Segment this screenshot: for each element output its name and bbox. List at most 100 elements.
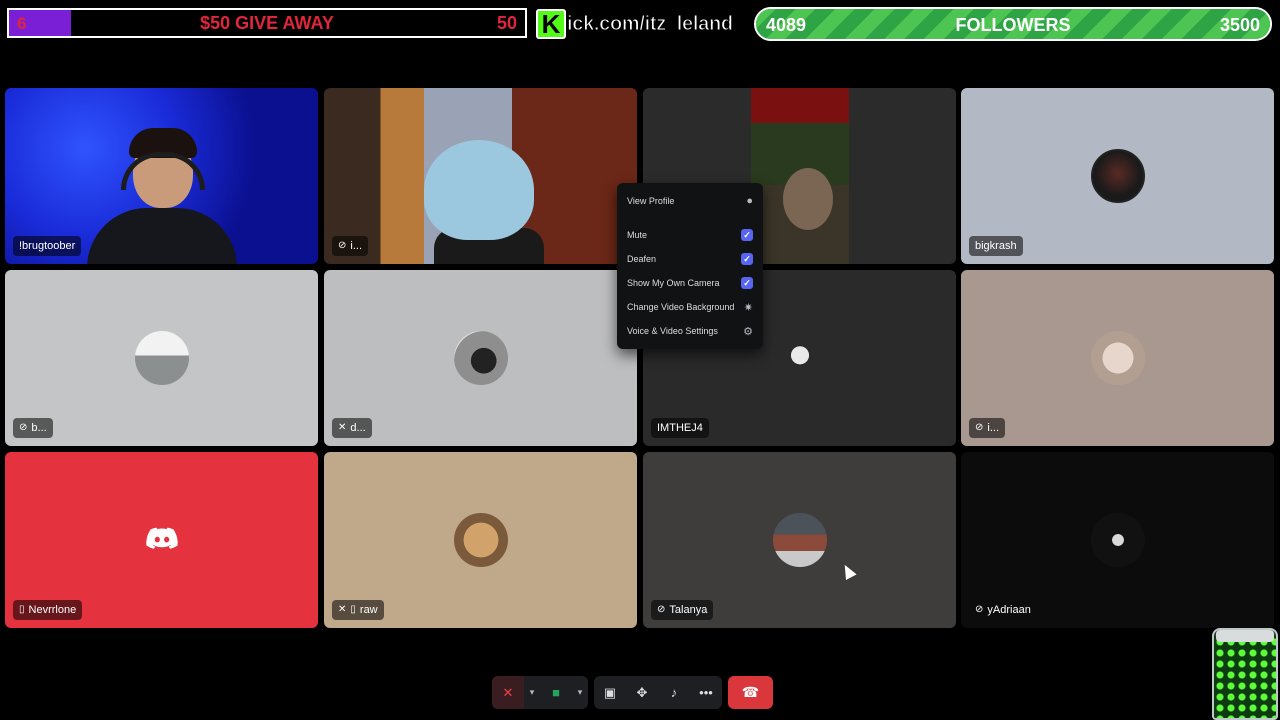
participant-name-tag: ⊘ i... (332, 236, 369, 256)
mic-options-caret[interactable]: ▾ (524, 676, 540, 709)
chevron-down-icon: ▾ (577, 687, 583, 697)
soundboard-icon: ♪ (670, 685, 678, 700)
followers-goal: 3500 (1219, 15, 1260, 35)
checkbox-checked-icon[interactable]: ✓ (741, 253, 753, 265)
participant-name-tag: ⊘ Talanya (651, 600, 714, 620)
mobile-icon: ▯ (350, 604, 356, 615)
discord-logo-icon (146, 527, 178, 549)
gear-icon: ⚙ (743, 325, 753, 338)
menu-item-voice-video-settings[interactable]: Voice & Video Settings ⚙ (625, 319, 755, 343)
participant-tile[interactable]: ✕ d... (324, 270, 637, 446)
camera-person-face (783, 168, 833, 230)
disconnect-button[interactable]: ☎ (728, 676, 773, 709)
activity-group: ▣ ✥ ♪ ••• (594, 676, 722, 709)
mute-mic-button[interactable]: ✕ (492, 676, 524, 709)
avatar (1091, 331, 1145, 385)
kick-logo-icon: K (536, 9, 566, 39)
camera-options-caret[interactable]: ▾ (572, 676, 588, 709)
participant-context-menu: View Profile ● Mute ✓ Deafen ✓ Show My O… (617, 183, 763, 349)
checkbox-checked-icon[interactable]: ✓ (741, 229, 753, 241)
muted-icon: ⊘ (975, 604, 984, 615)
camera-button[interactable]: ■ (540, 676, 572, 709)
avatar (773, 331, 827, 385)
muted-icon: ⊘ (975, 422, 984, 433)
avatar (773, 513, 827, 567)
participant-name-tag: IMTHEJ4 (651, 418, 709, 438)
giveaway-goal: 50 (496, 13, 517, 33)
discord-call-screen: 6 $50 GIVE AWAY 50 K ick.com/itz_leland … (0, 0, 1280, 720)
person-icon: ● (746, 195, 753, 207)
avatar (454, 331, 508, 385)
participant-name: raw (359, 604, 378, 616)
participant-name-tag: !brugtoober (13, 236, 82, 256)
activities-button[interactable]: ✥ (626, 676, 658, 709)
call-controls: ✕ ▾ ■ ▾ ▣ ✥ ♪ ••• ☎ (492, 676, 773, 709)
participant-name-tag: ⊘ b... (13, 418, 53, 438)
screen-share-icon: ▣ (603, 684, 617, 700)
mic-camera-group: ✕ ▾ ■ ▾ (492, 676, 588, 709)
menu-item-label: Mute (627, 230, 648, 240)
muted-mic-icon: ✕ (338, 422, 347, 433)
participant-name: d... (350, 422, 366, 434)
sparkle-icon: ✷ (743, 301, 753, 314)
menu-separator (625, 213, 755, 223)
participant-tile[interactable]: ⊘ b... (5, 270, 318, 446)
participant-tile[interactable]: ✕ ▯ raw (324, 452, 637, 628)
participant-name-tag: ✕ d... (332, 418, 372, 438)
avatar (1091, 149, 1145, 203)
participant-name: bigkrash (975, 240, 1017, 252)
participant-name-tag: ▯ Nevrrlone (13, 600, 83, 620)
more-icon: ••• (699, 685, 713, 700)
participant-name: Talanya (669, 604, 708, 616)
camera-person-body (87, 208, 237, 264)
participant-name: i... (350, 240, 363, 252)
participant-name: b... (31, 422, 47, 434)
more-options-button[interactable]: ••• (690, 676, 722, 709)
participant-name-tag: ⊘ yAdriaan (969, 600, 1037, 620)
participant-tile[interactable]: ⊘ Talanya (643, 452, 956, 628)
activities-icon: ✥ (636, 684, 648, 700)
jar-fill (1214, 636, 1276, 718)
participant-name: !brugtoober (19, 240, 76, 252)
mic-off-icon: ✕ (502, 684, 514, 700)
participant-tile[interactable]: ▯ Nevrrlone (5, 452, 318, 628)
menu-item-change-video-background[interactable]: Change Video Background ✷ (625, 295, 755, 319)
hangup-icon: ☎ (741, 684, 760, 700)
menu-item-label: Change Video Background (627, 302, 735, 312)
muted-icon: ⊘ (657, 604, 666, 615)
participant-tile[interactable]: ⊘ yAdriaan (961, 452, 1274, 628)
participant-name-tag: ⊘ i... (969, 418, 1006, 438)
menu-item-show-my-own-camera[interactable]: Show My Own Camera ✓ (625, 271, 755, 295)
mobile-icon: ▯ (19, 604, 25, 615)
camera-icon: ■ (552, 685, 560, 700)
participant-tile[interactable]: !brugtoober (5, 88, 318, 264)
kick-url-banner: K ick.com/itz_leland (536, 8, 748, 40)
participant-name: yAdriaan (987, 604, 1031, 616)
participant-name: Nevrrlone (28, 604, 77, 616)
share-screen-button[interactable]: ▣ (594, 676, 626, 709)
camera-person-hat (424, 140, 534, 240)
menu-item-deafen[interactable]: Deafen ✓ (625, 247, 755, 271)
giveaway-title: $50 GIVE AWAY (200, 13, 334, 33)
kick-url-text: ick.com/itz_leland (567, 12, 734, 35)
participant-name-tag: ✕ ▯ raw (332, 600, 384, 620)
participant-tile[interactable]: ⊘ i... (324, 88, 637, 264)
muted-mic-icon: ✕ (338, 604, 347, 615)
menu-item-label: View Profile (627, 196, 675, 206)
checkbox-checked-icon[interactable]: ✓ (741, 277, 753, 289)
menu-item-mute[interactable]: Mute ✓ (625, 223, 755, 247)
avatar (1091, 513, 1145, 567)
menu-item-label: Voice & Video Settings (627, 326, 718, 336)
menu-item-label: Show My Own Camera (627, 278, 720, 288)
soundboard-button[interactable]: ♪ (658, 676, 690, 709)
menu-item-label: Deafen (627, 254, 657, 264)
participant-name: IMTHEJ4 (657, 422, 703, 434)
participant-name: i... (987, 422, 1000, 434)
avatar (454, 513, 508, 567)
participant-tile[interactable]: ⊘ i... (961, 270, 1274, 446)
menu-item-view-profile[interactable]: View Profile ● (625, 189, 755, 213)
avatar (135, 331, 189, 385)
chevron-down-icon: ▾ (529, 687, 535, 697)
jar-overlay (1212, 628, 1278, 720)
participant-tile[interactable]: bigkrash (961, 88, 1274, 264)
